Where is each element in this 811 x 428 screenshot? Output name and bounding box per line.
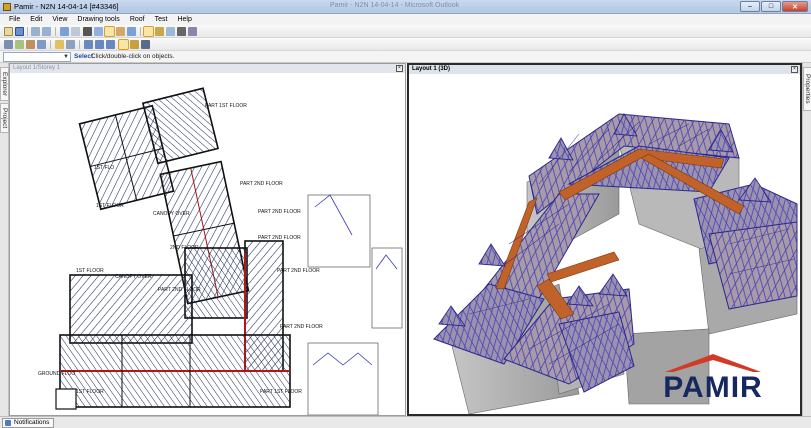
toolbar-separator — [79, 40, 80, 49]
view-3d-header: Layout 1 (3D) — [409, 65, 800, 74]
plan-label: CANOPY OVER — [115, 274, 152, 280]
status-bar: Notifications — [0, 416, 811, 428]
toolbar-separator — [50, 40, 51, 49]
logo-text: PAMIR — [663, 371, 763, 404]
dimension-tool-icon[interactable] — [55, 40, 64, 49]
elevation-detail-1 — [307, 194, 371, 268]
maximize-button[interactable]: □ — [761, 1, 781, 12]
menu-drawing-tools[interactable]: Drawing tools — [72, 14, 124, 25]
plan-label: CANOPY OVER — [153, 211, 190, 217]
window-title-ghost: Pamir - N2N 14-04-14 - Microsoft Outlook — [330, 2, 460, 9]
plan-view-panel[interactable]: Layout 1/Storey 1 × PART 1ST FLOOR 1ST F… — [9, 63, 406, 416]
plan-label: 2ND FLOOR — [170, 245, 199, 251]
wrench-tool-icon[interactable] — [141, 40, 150, 49]
select-pointer-icon[interactable] — [143, 26, 154, 37]
toolbar-separator — [140, 27, 141, 36]
plan-label: PART 2ND FLOOR — [280, 324, 323, 330]
text-tool-icon[interactable] — [66, 40, 75, 49]
title-bar: Pamir - N2N 14-04-14 [#43346] Pamir - N2… — [0, 0, 811, 14]
roof-tool-icon[interactable] — [26, 40, 35, 49]
close-button[interactable]: ✕ — [782, 1, 808, 12]
plan-label: 1ST FLOOR — [76, 268, 104, 274]
toolbar-separator — [55, 27, 56, 36]
bracket-tool-icon[interactable] — [130, 40, 139, 49]
plan-view-header: Layout 1/Storey 1 — [10, 64, 405, 73]
right-dock-strip: Properties — [802, 63, 811, 416]
highlight-tool-icon[interactable] — [118, 39, 129, 50]
plan-label: 1ST FLOOR — [76, 389, 104, 395]
menu-test[interactable]: Test — [150, 14, 173, 25]
menu-file[interactable]: File — [4, 14, 25, 25]
tab-properties[interactable]: Properties — [803, 67, 811, 111]
elevation-detail-2 — [371, 247, 403, 329]
copy-tool-icon[interactable] — [95, 40, 104, 49]
plan-drawing[interactable]: PART 1ST FLOOR 1ST FLO 1ST FLOOR PART 2N… — [10, 73, 406, 416]
elevation-detail-3 — [307, 342, 379, 415]
plan-label: 1ST FLO — [94, 165, 114, 171]
wall-tool-icon[interactable] — [4, 40, 13, 49]
left-dock-strip: Explorer Project — [0, 63, 9, 416]
command-bar: ▼ Select Click/double-click on objects. — [0, 51, 811, 63]
plan-label: GROUND FLOO — [38, 371, 75, 377]
split-view-icon[interactable] — [127, 27, 136, 36]
zoom-icon[interactable] — [166, 27, 175, 36]
menu-bar: File Edit View Drawing tools Roof Test H… — [0, 14, 811, 25]
menu-edit[interactable]: Edit — [25, 14, 47, 25]
plan-label: PART 2ND FLOOR — [158, 287, 201, 293]
plan-label: PART 2ND FLOOR — [258, 209, 301, 215]
logo-roof — [665, 354, 761, 372]
view-3d-close-button[interactable]: × — [791, 66, 798, 73]
plan-label: PART 2ND FLOOR — [258, 235, 301, 241]
window-title: Pamir - N2N 14-04-14 [#43346] — [14, 2, 119, 11]
toolbar-drawing — [0, 38, 811, 51]
plan-view-title: Layout 1/Storey 1 — [13, 65, 61, 71]
model-dormer — [598, 273, 628, 297]
command-dropdown[interactable]: ▼ — [3, 52, 71, 62]
view-3d-icon[interactable] — [104, 26, 115, 37]
tab-project[interactable]: Project — [0, 103, 9, 133]
notifications-label: Notifications — [14, 419, 50, 426]
toolbar-main — [0, 25, 811, 38]
layout-icon[interactable] — [83, 27, 92, 36]
plan-lower-left-block — [69, 274, 193, 344]
plan-close-button[interactable]: × — [396, 65, 403, 72]
rotate-tool-icon[interactable] — [106, 40, 115, 49]
toolbar-separator — [27, 27, 28, 36]
minimize-button[interactable]: – — [740, 1, 760, 12]
app-icon — [3, 3, 11, 11]
zoom-window-icon[interactable] — [60, 27, 69, 36]
menu-help[interactable]: Help — [172, 14, 196, 25]
view-3d-panel[interactable]: Layout 1 (3D) × PAMIR — [407, 63, 802, 416]
truss-tool-icon[interactable] — [37, 40, 46, 49]
grid-icon[interactable] — [71, 27, 80, 36]
menu-roof[interactable]: Roof — [125, 14, 150, 25]
plan-label: PART 2ND FLOOR — [240, 181, 283, 187]
layers-icon[interactable] — [188, 27, 197, 36]
tab-explorer[interactable]: Explorer — [0, 67, 9, 101]
command-message: Click/double-click on objects. — [91, 53, 175, 60]
plan-label: PART 2ND FLOOR — [277, 268, 320, 274]
notifications-tab[interactable]: Notifications — [2, 418, 55, 428]
plan-corner-block — [184, 247, 248, 319]
save-icon[interactable] — [15, 27, 24, 36]
floor-tool-icon[interactable] — [15, 40, 24, 49]
chevron-down-icon: ▼ — [63, 54, 69, 60]
plan-label: PART 1ST FLOOR — [205, 103, 247, 109]
move-tool-icon[interactable] — [84, 40, 93, 49]
undo-icon[interactable] — [31, 27, 40, 36]
measure-icon[interactable] — [177, 27, 186, 36]
render-icon[interactable] — [116, 27, 125, 36]
model-dormer — [478, 243, 506, 267]
plan-label: PART 1ST FLOOR — [260, 389, 302, 395]
plan-label: 1ST FLOOR — [96, 203, 124, 209]
new-file-icon[interactable] — [4, 27, 13, 36]
menu-view[interactable]: View — [47, 14, 72, 25]
view-3d-title: Layout 1 (3D) — [412, 66, 451, 72]
notification-icon — [5, 420, 11, 426]
redo-icon[interactable] — [42, 27, 51, 36]
hand-pan-icon[interactable] — [155, 27, 164, 36]
view-2d-icon[interactable] — [94, 27, 103, 36]
pamir-logo: PAMIR — [653, 350, 773, 405]
